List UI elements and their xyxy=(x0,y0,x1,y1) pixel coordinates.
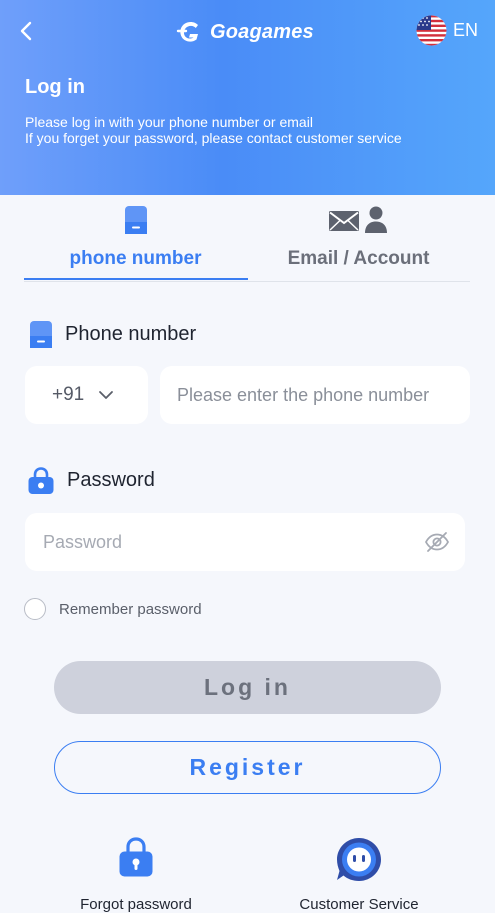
header: Goagames EN Log in Please log in with yo… xyxy=(0,0,495,195)
mail-user-icon xyxy=(328,206,387,233)
remember-checkbox[interactable] xyxy=(24,598,46,620)
phone-number-label: Phone number xyxy=(29,320,196,349)
language-selector[interactable]: EN xyxy=(416,14,478,46)
eye-off-icon[interactable] xyxy=(424,530,450,554)
brand-logo: Goagames xyxy=(176,16,314,48)
tab-label: phone number xyxy=(69,248,202,269)
tab-email-account[interactable]: Email / Account xyxy=(247,195,470,280)
lock-icon xyxy=(119,837,153,877)
us-flag-icon xyxy=(416,15,447,45)
password-input[interactable] xyxy=(25,513,465,571)
login-button[interactable]: Log in xyxy=(54,661,441,714)
phone-number-input[interactable] xyxy=(160,366,470,424)
password-label: Password xyxy=(27,466,155,495)
page-description: Please log in with your phone number or … xyxy=(25,114,402,146)
tab-phone-number[interactable]: phone number xyxy=(24,195,248,280)
field-label-text: Password xyxy=(67,469,155,491)
country-code-select[interactable]: +91 xyxy=(25,366,148,424)
customer-service-link[interactable]: Customer Service xyxy=(274,836,444,913)
description-line: If you forget your password, please cont… xyxy=(25,130,402,146)
field-label-text: Phone number xyxy=(65,323,197,345)
forgot-password-label: Forgot password xyxy=(80,896,192,913)
chat-bot-icon xyxy=(337,838,381,881)
remember-password-toggle[interactable]: Remember password xyxy=(24,598,202,620)
description-line: Please log in with your phone number or … xyxy=(25,114,313,130)
forgot-password-link[interactable]: Forgot password xyxy=(51,836,221,913)
phone-icon xyxy=(124,206,147,234)
active-tab-indicator xyxy=(24,278,248,280)
phone-icon xyxy=(30,321,52,348)
language-label: EN xyxy=(453,19,479,40)
login-method-tabs: phone number Email / Account xyxy=(24,195,470,282)
back-icon[interactable] xyxy=(14,18,40,44)
page-title: Log in xyxy=(25,76,85,98)
register-button[interactable]: Register xyxy=(54,741,441,794)
lock-icon xyxy=(28,467,54,494)
country-code-value: +91 xyxy=(52,384,85,405)
brand-name: Goagames xyxy=(210,20,314,43)
customer-service-label: Customer Service xyxy=(299,896,419,913)
remember-label: Remember password xyxy=(59,600,202,618)
brand-logo-icon xyxy=(176,21,198,42)
tab-label: Email / Account xyxy=(287,248,430,269)
chevron-down-icon xyxy=(99,391,114,399)
